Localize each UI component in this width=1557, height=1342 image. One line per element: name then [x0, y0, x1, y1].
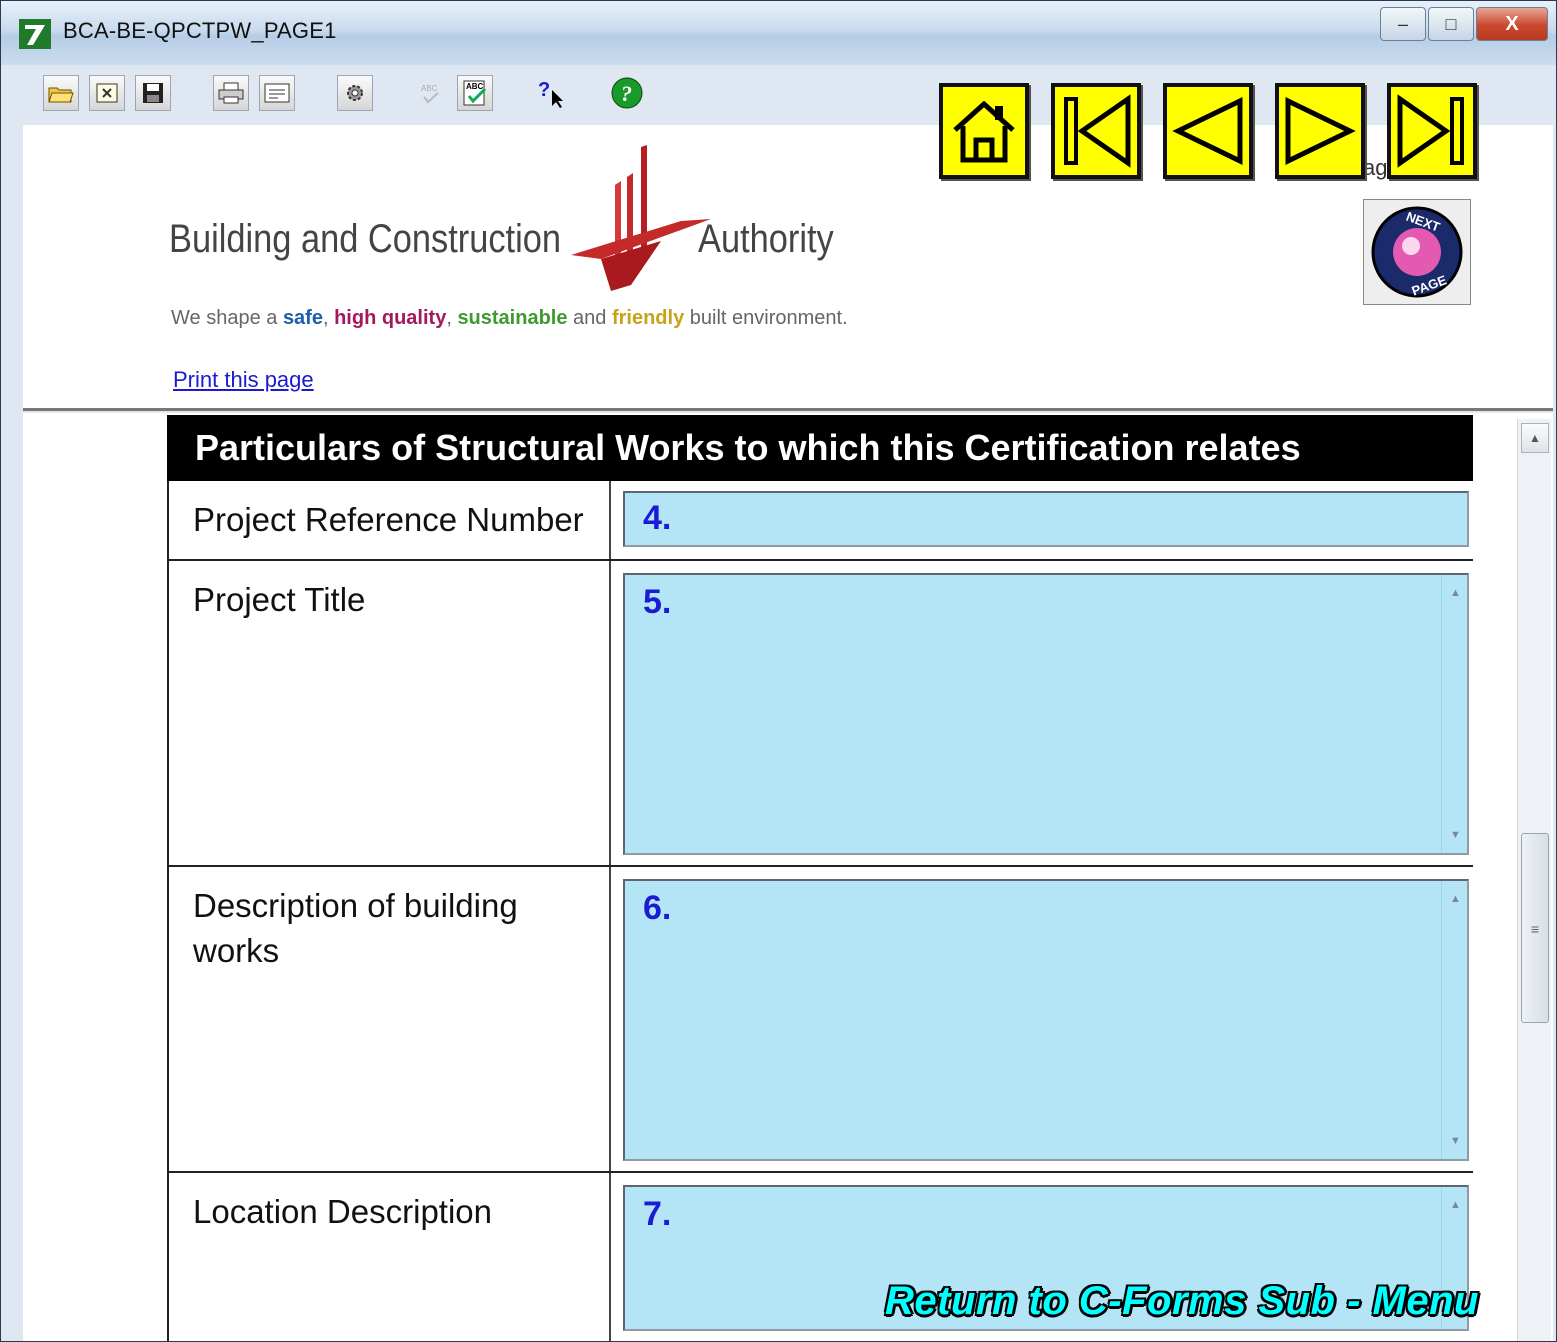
last-page-icon [1397, 94, 1464, 168]
page-label-partial: ag [1363, 155, 1388, 180]
last-page-button[interactable] [1387, 83, 1477, 179]
textarea-scrollbar[interactable]: ▲ ▼ [1441, 575, 1467, 853]
project-reference-label: Project Reference Number [193, 501, 584, 538]
tagline-suffix: built environment. [684, 307, 848, 329]
home-icon [953, 100, 1015, 163]
tagline-and: and [567, 307, 612, 329]
row-divider [609, 481, 611, 559]
next-page-icon [1285, 97, 1356, 165]
form-row-project-reference: Project Reference Number 4. [167, 481, 1473, 561]
spellcheck-icon[interactable]: ABC [457, 75, 493, 111]
form-row-description: Description of building works 6. ▲ ▼ [167, 867, 1473, 1173]
save-icon[interactable] [135, 75, 171, 111]
location-label: Location Description [193, 1193, 492, 1230]
window-controls: – □ X [1380, 7, 1548, 41]
print-page-link[interactable]: Print this page [173, 367, 314, 393]
title-bar: BCA-BE-QPCTPW_PAGE1 – □ X [1, 1, 1556, 65]
form-view-icon[interactable] [259, 75, 295, 111]
svg-text:ABC: ABC [466, 82, 484, 91]
open-folder-icon[interactable] [43, 75, 79, 111]
window-title: BCA-BE-QPCTPW_PAGE1 [63, 18, 337, 43]
next-page-badge-icon: NEXT PAGE [1371, 206, 1463, 299]
help-icon[interactable]: ? [609, 75, 645, 111]
row-divider [609, 867, 611, 1171]
row-divider [609, 561, 611, 865]
next-page-button[interactable] [1275, 83, 1365, 179]
field-number: 6. [643, 889, 672, 927]
form-section-title: Particulars of Structural Works to which… [167, 415, 1473, 481]
scroll-thumb[interactable]: ≡ [1521, 833, 1549, 1023]
project-reference-input[interactable]: 4. [623, 491, 1469, 547]
close-form-icon[interactable] [89, 75, 125, 111]
tagline: We shape a safe, high quality, sustainab… [171, 307, 848, 330]
description-textarea[interactable]: 6. ▲ ▼ [623, 879, 1469, 1161]
previous-page-icon [1172, 97, 1243, 165]
close-button[interactable]: X [1476, 7, 1548, 41]
previous-page-button[interactable] [1163, 83, 1253, 179]
project-title-label: Project Title [193, 581, 366, 618]
field-number: 5. [643, 583, 672, 621]
tagline-friendly: friendly [611, 307, 685, 329]
spellcheck-disabled-icon: ABC [413, 75, 449, 111]
tagline-safe: safe [282, 307, 323, 329]
structural-works-form: Particulars of Structural Works to which… [167, 415, 1473, 1341]
settings-icon[interactable] [337, 75, 373, 111]
vertical-scrollbar[interactable]: ▲ ≡ [1517, 419, 1551, 1341]
svg-text:ABC: ABC [421, 84, 438, 93]
app-icon [19, 19, 51, 49]
next-page-badge-button[interactable]: NEXT PAGE [1363, 199, 1471, 305]
context-help-icon[interactable]: ? [533, 75, 569, 111]
logo-text-left: Building and Construction [169, 217, 562, 261]
svg-text:?: ? [538, 79, 550, 101]
row-divider [609, 1173, 611, 1341]
form-row-project-title: Project Title 5. ▲ ▼ [167, 561, 1473, 867]
maximize-button[interactable]: □ [1428, 7, 1474, 41]
tagline-high-quality: high quality [334, 307, 447, 329]
bca-logo-mark [571, 145, 711, 291]
tagline-sep1: , [322, 307, 335, 329]
tagline-sep2: , [446, 307, 458, 329]
first-page-icon [1064, 94, 1131, 168]
tagline-prefix: We shape a [171, 307, 283, 329]
print-icon[interactable] [213, 75, 249, 111]
logo-text-right: Authority [698, 217, 834, 261]
return-to-submenu-link[interactable]: Return to C-Forms Sub - Menu [885, 1279, 1479, 1324]
description-label: Description of building works [193, 887, 518, 969]
first-page-button[interactable] [1051, 83, 1141, 179]
svg-text:?: ? [621, 81, 632, 106]
application-window: BCA-BE-QPCTPW_PAGE1 – □ X ABC ABC ? ? Bu… [0, 0, 1557, 1342]
home-button[interactable] [939, 83, 1029, 179]
scroll-up-arrow-icon[interactable]: ▲ [1521, 423, 1549, 453]
field-number: 7. [643, 1195, 672, 1233]
textarea-scrollbar[interactable]: ▲ ▼ [1441, 881, 1467, 1159]
minimize-button[interactable]: – [1380, 7, 1426, 41]
field-number: 4. [643, 499, 672, 537]
tagline-sustainable: sustainable [457, 307, 568, 329]
project-title-textarea[interactable]: 5. ▲ ▼ [623, 573, 1469, 855]
